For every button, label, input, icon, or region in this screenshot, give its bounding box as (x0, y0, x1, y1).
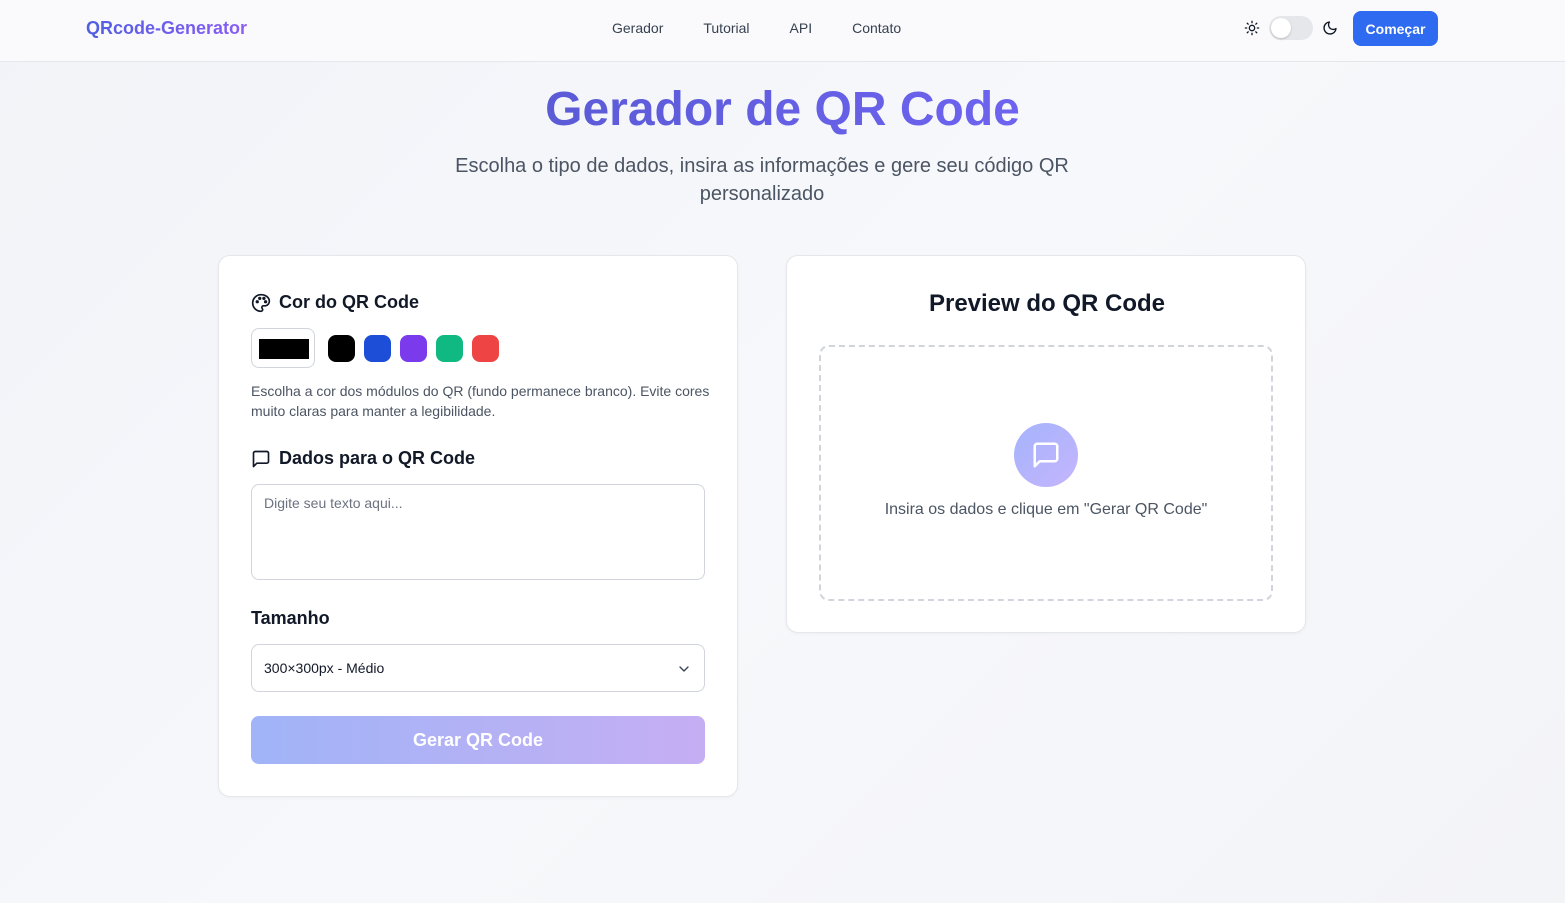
preset-color-blue[interactable] (364, 335, 391, 362)
theme-toggle-knob (1271, 18, 1291, 38)
nav-link-contato[interactable]: Contato (852, 20, 901, 36)
size-select[interactable]: 300×300px - Médio (251, 644, 705, 692)
data-section-title: Dados para o QR Code (251, 448, 475, 469)
preset-color-red[interactable] (472, 335, 499, 362)
size-select-value: 300×300px - Médio (264, 660, 385, 676)
selected-color-swatch (259, 339, 309, 359)
form-card: Cor do QR Code Escolha a cor dos módulos… (218, 255, 738, 797)
brand-logo[interactable]: QRcode-Generator (86, 18, 247, 39)
color-hint: Escolha a cor dos módulos do QR (fundo p… (251, 383, 710, 419)
preview-area: Insira os dados e clique em "Gerar QR Co… (819, 345, 1273, 601)
message-square-icon (1033, 442, 1059, 468)
preview-placeholder-icon (1014, 423, 1078, 487)
theme-switcher (1243, 16, 1339, 40)
page-subtitle: Escolha o tipo de dados, insira as infor… (455, 155, 1069, 205)
size-label: Tamanho (251, 608, 330, 628)
moon-icon (1321, 19, 1339, 37)
page-title: Gerador de QR Code (545, 83, 1020, 136)
color-section-title: Cor do QR Code (251, 292, 419, 313)
preview-title: Preview do QR Code (928, 290, 1166, 317)
palette-icon (251, 293, 271, 312)
preset-color-purple[interactable] (400, 335, 427, 362)
theme-toggle[interactable] (1269, 16, 1313, 40)
nav-link-api[interactable]: API (790, 20, 813, 36)
chevron-down-icon (679, 666, 689, 672)
sun-icon (1243, 19, 1261, 37)
message-square-icon (252, 450, 270, 467)
generate-button[interactable]: Gerar QR Code (251, 716, 705, 764)
preset-color-black[interactable] (328, 335, 355, 362)
start-button[interactable]: Começar (1353, 11, 1438, 46)
nav-link-gerador[interactable]: Gerador (612, 20, 663, 36)
preset-color-green[interactable] (436, 335, 463, 362)
nav-links: Gerador Tutorial API Contato (612, 20, 941, 36)
data-input[interactable] (251, 484, 705, 580)
preview-empty-text: Insira os dados e clique em "Gerar QR Co… (884, 501, 1208, 518)
navbar: QRcode-Generator Gerador Tutorial API Co… (0, 0, 1565, 62)
color-picker[interactable] (251, 328, 315, 368)
preview-card: Preview do QR Code Insira os dados e cli… (786, 255, 1306, 633)
nav-link-tutorial[interactable]: Tutorial (703, 20, 749, 36)
